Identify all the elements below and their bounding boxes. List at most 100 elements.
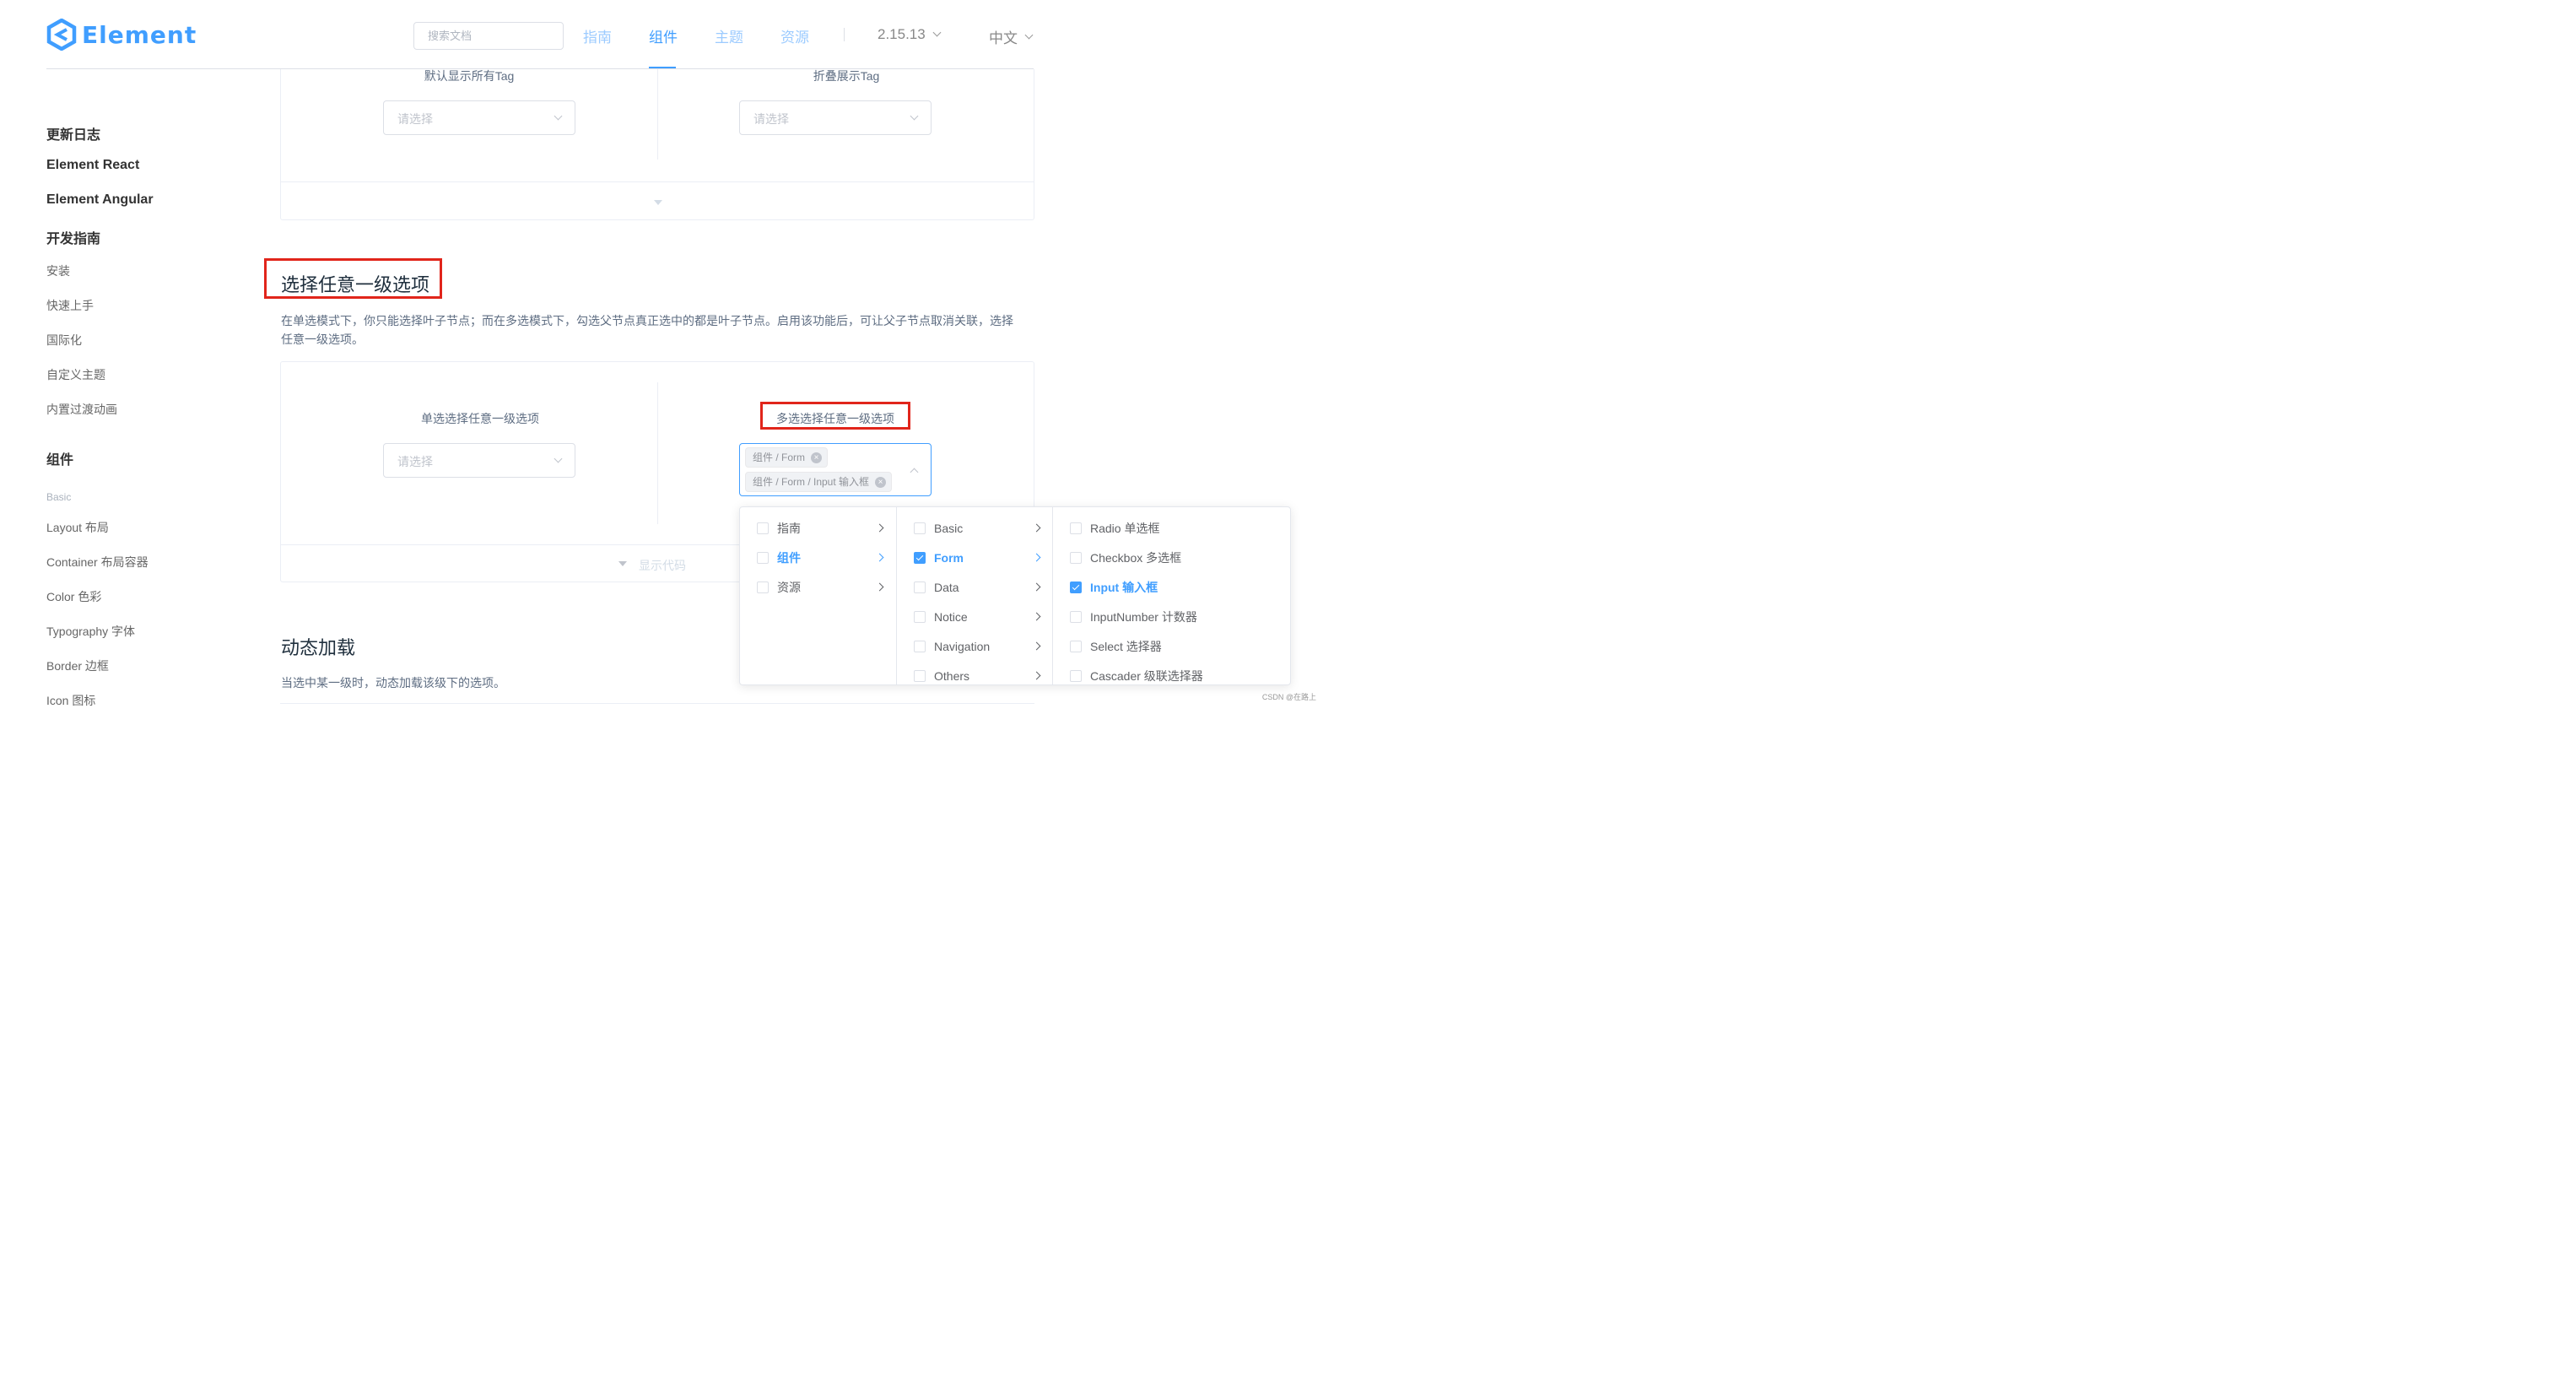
sidebar-item-icon[interactable]: Icon 图标 [46, 692, 95, 709]
caret-down-icon [618, 561, 627, 566]
checkbox[interactable] [914, 610, 926, 623]
chevron-down-icon [554, 454, 563, 463]
chevron-down-icon [910, 111, 919, 121]
show-code-button[interactable]: 显示代码 [639, 557, 686, 574]
chevron-down-icon [554, 111, 563, 121]
expand-code-icon[interactable] [654, 200, 662, 205]
option-label: Cascader 级联选择器 [1090, 668, 1203, 683]
watermark: CSDN @在路上 [1261, 693, 1316, 701]
element-hexagon-icon [46, 19, 77, 51]
checkbox[interactable] [914, 522, 926, 534]
cascader-option-navigation[interactable]: Navigation [914, 631, 1045, 661]
checkbox-checked[interactable] [914, 551, 926, 564]
demo-block-tags: 默认显示所有Tag 折叠展示Tag 请选择 请选择 [280, 51, 1034, 220]
select-placeholder: 请选择 [397, 455, 433, 468]
sidebar-item-container[interactable]: Container 布局容器 [46, 554, 149, 571]
sidebar-item-element-react[interactable]: Element React [46, 158, 139, 173]
checkbox[interactable] [914, 581, 926, 593]
cascader-option-cascader[interactable]: Cascader 级联选择器 [1070, 661, 1203, 684]
sidebar-item-typography[interactable]: Typography 字体 [46, 623, 135, 640]
cascader-select-single[interactable]: 请选择 [383, 443, 575, 478]
nav-divider [844, 28, 845, 41]
sidebar-item-transition[interactable]: 内置过渡动画 [46, 401, 117, 418]
cascader-option-component[interactable]: 组件 [757, 543, 888, 572]
version-label: 2.15.13 [878, 26, 926, 42]
chevron-right-icon [1032, 641, 1041, 651]
cascader-select-collapse-tags[interactable]: 请选择 [739, 100, 932, 135]
chevron-right-icon [1032, 553, 1041, 562]
tag-label: 组件 / Form [753, 452, 805, 463]
sidebar-item-layout[interactable]: Layout 布局 [46, 519, 109, 536]
cascader-option-resource[interactable]: 资源 [757, 572, 888, 602]
option-label: Data [934, 580, 959, 594]
cascader-option-input[interactable]: Input 输入框 [1070, 572, 1158, 602]
header-divider [46, 68, 1034, 69]
cascader-option-input-number[interactable]: InputNumber 计数器 [1070, 602, 1197, 631]
demo-block-top-edge [280, 703, 1034, 704]
element-logo[interactable]: Element [46, 19, 197, 51]
option-label: Select 选择器 [1090, 639, 1162, 653]
demo-label-collapse-tags: 折叠展示Tag [813, 69, 880, 83]
option-label: 指南 [777, 521, 801, 535]
cascader-option-guide[interactable]: 指南 [757, 513, 888, 543]
checkbox-checked[interactable] [1070, 581, 1082, 593]
search-input[interactable]: 搜索文档 [413, 22, 564, 50]
nav-resource[interactable]: 资源 [780, 25, 809, 46]
checkbox[interactable] [914, 669, 926, 682]
selected-tag: 组件 / Form × [745, 447, 828, 468]
sidebar-item-install[interactable]: 安装 [46, 262, 70, 279]
chevron-right-icon [1032, 612, 1041, 621]
checkbox[interactable] [757, 551, 769, 564]
chevron-right-icon [875, 553, 884, 562]
chevron-up-icon[interactable] [910, 468, 919, 477]
sidebar-heading-components: 组件 [46, 453, 74, 468]
nav-guide[interactable]: 指南 [583, 25, 612, 46]
nav-theme[interactable]: 主题 [715, 25, 743, 46]
cascader-option-basic[interactable]: Basic [914, 513, 1045, 543]
section-description-line2: 任意一级选项。 [281, 333, 364, 346]
checkbox[interactable] [1070, 610, 1082, 623]
cascader-option-select[interactable]: Select 选择器 [1070, 631, 1162, 661]
cascader-option-notice[interactable]: Notice [914, 602, 1045, 631]
chevron-right-icon [1032, 671, 1041, 680]
checkbox[interactable] [1070, 551, 1082, 564]
close-icon[interactable]: × [811, 452, 822, 463]
option-label: Navigation [934, 639, 991, 653]
option-label: Others [934, 668, 970, 683]
cascader-option-form[interactable]: Form [914, 543, 1045, 572]
language-select[interactable]: 中文 [989, 26, 1034, 47]
sidebar-item-changelog[interactable]: 更新日志 [46, 123, 100, 143]
cascader-option-radio[interactable]: Radio 单选框 [1070, 513, 1159, 543]
option-label: Basic [934, 521, 964, 535]
sidebar-item-color[interactable]: Color 色彩 [46, 588, 101, 605]
next-section-title: 动态加载 [281, 637, 356, 658]
option-label: 资源 [777, 580, 801, 594]
checkbox[interactable] [1070, 669, 1082, 682]
select-placeholder: 请选择 [397, 112, 433, 126]
sidebar-item-element-angular[interactable]: Element Angular [46, 192, 154, 208]
version-select[interactable]: 2.15.13 [878, 26, 942, 43]
highlight-box-multiple-label [760, 402, 910, 430]
option-label: Input 输入框 [1090, 580, 1158, 594]
checkbox[interactable] [1070, 522, 1082, 534]
sidebar-item-border[interactable]: Border 边框 [46, 657, 109, 674]
checkbox[interactable] [1070, 640, 1082, 652]
cascader-option-checkbox[interactable]: Checkbox 多选框 [1070, 543, 1181, 572]
cascader-option-others[interactable]: Others [914, 661, 1045, 684]
sidebar-item-i18n[interactable]: 国际化 [46, 332, 82, 349]
close-icon[interactable]: × [875, 477, 887, 488]
cascader-option-data[interactable]: Data [914, 572, 1045, 602]
section-description-line1: 在单选模式下，你只能选择叶子节点；而在多选模式下，勾选父节点真正选中的都是叶子节… [281, 314, 1013, 327]
checkbox[interactable] [914, 640, 926, 652]
sidebar-item-quickstart[interactable]: 快速上手 [46, 297, 94, 314]
nav-component[interactable]: 组件 [649, 25, 678, 46]
checkbox[interactable] [757, 581, 769, 593]
cascader-select-all-tags[interactable]: 请选择 [383, 100, 575, 135]
sidebar-group-basic: Basic [46, 491, 72, 503]
option-label: Checkbox 多选框 [1090, 550, 1182, 565]
cascader-select-multiple[interactable]: 组件 / Form × 组件 / Form / Input 输入框 × [739, 443, 932, 496]
top-header: Element 搜索文档 指南 组件 主题 资源 2.15.13 中文 [0, 0, 1323, 69]
sidebar-item-custom-theme[interactable]: 自定义主题 [46, 366, 105, 383]
cascader-menu-level1: 指南 组件 资源 [740, 507, 896, 684]
checkbox[interactable] [757, 522, 769, 534]
